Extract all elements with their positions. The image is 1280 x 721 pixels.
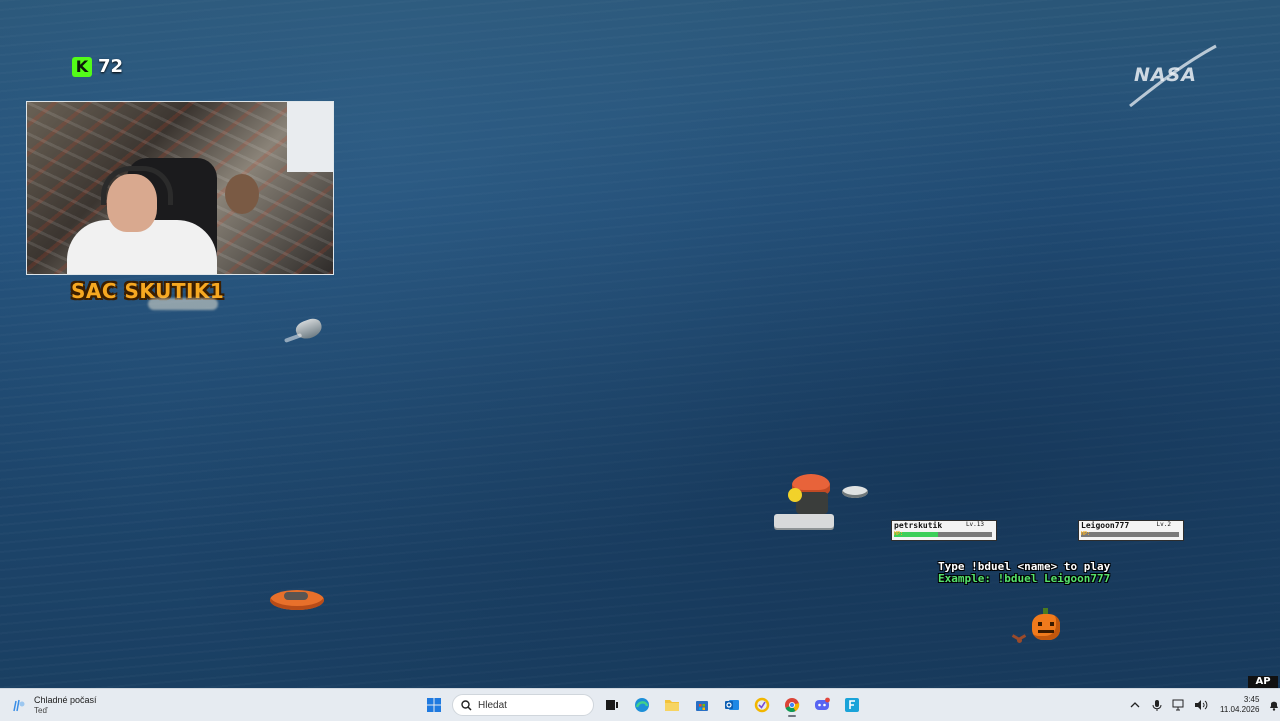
task-view-icon xyxy=(606,700,618,710)
clock[interactable]: 3:45 11.04.2026 xyxy=(1220,695,1259,715)
search-icon xyxy=(461,699,472,711)
raft-crew xyxy=(284,592,308,600)
taskbar: Chladné počasí Teď Hledat 3:45 11.04.202… xyxy=(0,688,1280,721)
player-card-1: petrskutik Lv.13 HP: xyxy=(891,520,997,541)
edge-button[interactable] xyxy=(630,693,654,717)
bird-icon xyxy=(1011,634,1028,644)
player-card-2: Leigoon777 Lv.2 HP: xyxy=(1078,520,1184,541)
edge-icon xyxy=(635,698,649,712)
weather-icon xyxy=(12,698,26,712)
volume-button[interactable] xyxy=(1194,698,1208,712)
clock-time: 3:45 xyxy=(1243,695,1260,704)
start-icon xyxy=(427,698,441,712)
nasa-logo: NASA xyxy=(1128,44,1218,108)
boat-faint xyxy=(148,298,218,310)
webcam-feed xyxy=(26,101,334,275)
flotation-icon xyxy=(788,488,802,502)
pumpkin-body xyxy=(1032,614,1060,640)
boat-orange-raft xyxy=(270,590,324,610)
chevron-up-icon xyxy=(1130,702,1140,708)
weather-subtitle: Teď xyxy=(34,705,48,715)
duel-example: Example: !bduel Leigoon777 xyxy=(938,572,1111,585)
discord-icon xyxy=(815,697,830,710)
clock-date: 11.04.2026 xyxy=(1220,705,1260,714)
discord-button[interactable] xyxy=(810,693,834,717)
chrome-icon xyxy=(785,698,800,713)
microphone-button[interactable] xyxy=(1150,698,1164,712)
file-explorer-icon xyxy=(665,700,679,711)
webcam-background-person xyxy=(225,174,259,214)
outlook-button[interactable] xyxy=(720,693,744,717)
app-f-icon xyxy=(845,698,859,712)
search-placeholder: Hledat xyxy=(478,699,507,711)
viewer-counter: K 72 xyxy=(72,56,123,77)
boat-support xyxy=(842,486,868,498)
network-button[interactable] xyxy=(1172,698,1186,712)
player2-name: Leigoon777 xyxy=(1081,521,1130,530)
recovery-raft xyxy=(774,514,834,528)
player2-level: Lv.2 xyxy=(1156,521,1171,528)
player1-name: petrskutik xyxy=(894,521,943,530)
start-button[interactable] xyxy=(422,693,446,717)
network-icon xyxy=(1172,699,1184,711)
system-tray: 3:45 11.04.2026 xyxy=(1128,693,1280,717)
bird-body xyxy=(1017,638,1022,643)
ap-badge: AP xyxy=(1248,676,1278,688)
player1-level: Lv.13 xyxy=(965,521,984,528)
player2-hp-bar xyxy=(1081,532,1179,537)
tray-overflow-button[interactable] xyxy=(1128,698,1142,712)
norton-button[interactable] xyxy=(750,693,774,717)
kick-logo-icon: K xyxy=(72,56,92,77)
weather-widget[interactable]: Chladné počasí Teď xyxy=(12,694,97,716)
active-app-indicator xyxy=(788,715,796,717)
bell-icon xyxy=(1270,701,1279,711)
store-button[interactable] xyxy=(690,693,714,717)
pumpkin-icon xyxy=(1030,608,1062,640)
task-view-button[interactable] xyxy=(600,693,624,717)
weather-title: Chladné počasí xyxy=(34,694,97,705)
player2-hp-label: HP: xyxy=(1081,531,1091,537)
pumpkin-eyes xyxy=(1038,622,1054,626)
microphone-icon xyxy=(1152,699,1162,711)
taskbar-center: Hledat xyxy=(422,692,864,718)
notifications-button[interactable] xyxy=(1267,698,1280,712)
volume-icon xyxy=(1195,700,1208,710)
nasa-logo-text: NASA xyxy=(1134,64,1197,86)
outlook-icon xyxy=(725,700,739,710)
file-explorer-button[interactable] xyxy=(660,693,684,717)
store-icon xyxy=(696,701,708,711)
capsule-with-parachute xyxy=(786,474,836,514)
player1-hp-label: HP: xyxy=(894,531,904,537)
viewer-count: 72 xyxy=(98,56,124,77)
player1-hp-bar xyxy=(894,532,992,537)
app-f-button[interactable] xyxy=(840,693,864,717)
webcam-window xyxy=(287,102,333,172)
norton-icon xyxy=(754,697,770,713)
pumpkin-mouth xyxy=(1038,630,1054,633)
chrome-button[interactable] xyxy=(780,693,804,717)
taskbar-search[interactable]: Hledat xyxy=(452,694,594,716)
